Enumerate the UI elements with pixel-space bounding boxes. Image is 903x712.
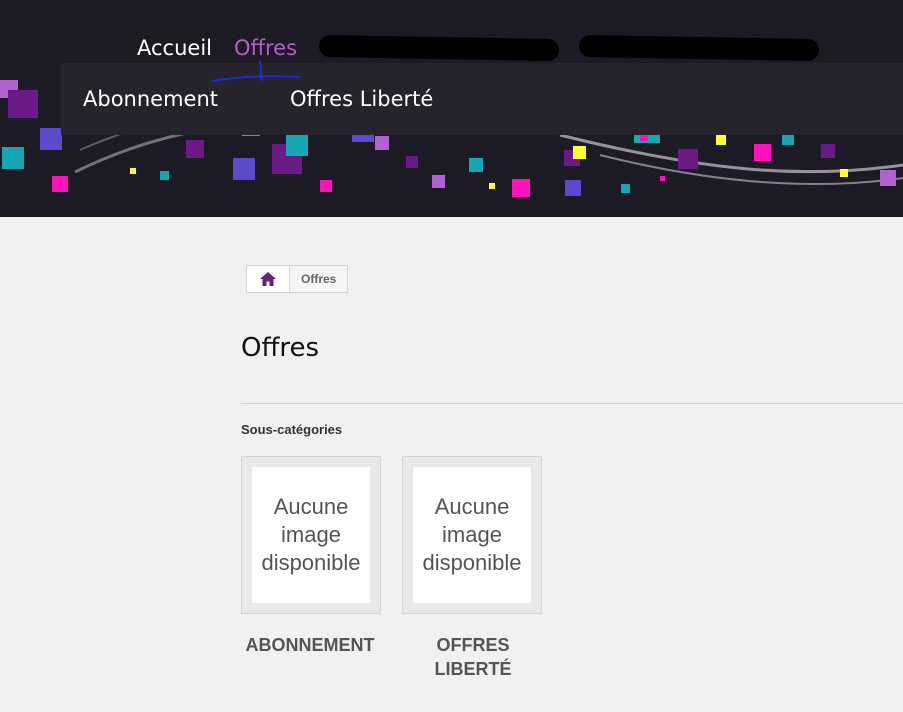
image-placeholder: Aucune image disponible (252, 467, 370, 603)
subcategories-heading: Sous-catégories (241, 422, 343, 437)
dropdown-item-abonnement[interactable]: Abonnement (83, 87, 218, 111)
divider (241, 403, 903, 404)
subcategory-link-abonnement[interactable]: ABONNEMENT (240, 633, 380, 657)
image-placeholder: Aucune image disponible (413, 467, 531, 603)
breadcrumb-home[interactable] (247, 266, 290, 292)
breadcrumb: Offres (246, 265, 349, 293)
page-title: Offres (241, 333, 320, 363)
subcategory-card-abonnement[interactable]: Aucune image disponible (241, 456, 381, 614)
subcategory-link-offres-liberte[interactable]: OFFRES LIBERTÉ (402, 633, 544, 681)
header-banner: Accueil Offres Abonnement Offres Liberté (0, 0, 903, 217)
redacted-nav-item (318, 34, 560, 62)
dropdown-item-offres-liberte[interactable]: Offres Liberté (290, 87, 433, 111)
breadcrumb-current: Offres (290, 266, 348, 292)
offres-dropdown-menu: Abonnement Offres Liberté (61, 63, 903, 135)
redacted-nav-item (578, 34, 820, 62)
home-icon (260, 272, 276, 286)
subcategory-card-offres-liberte[interactable]: Aucune image disponible (402, 456, 542, 614)
nav-item-accueil[interactable]: Accueil (137, 36, 212, 60)
hand-drawn-annotation (211, 60, 301, 82)
